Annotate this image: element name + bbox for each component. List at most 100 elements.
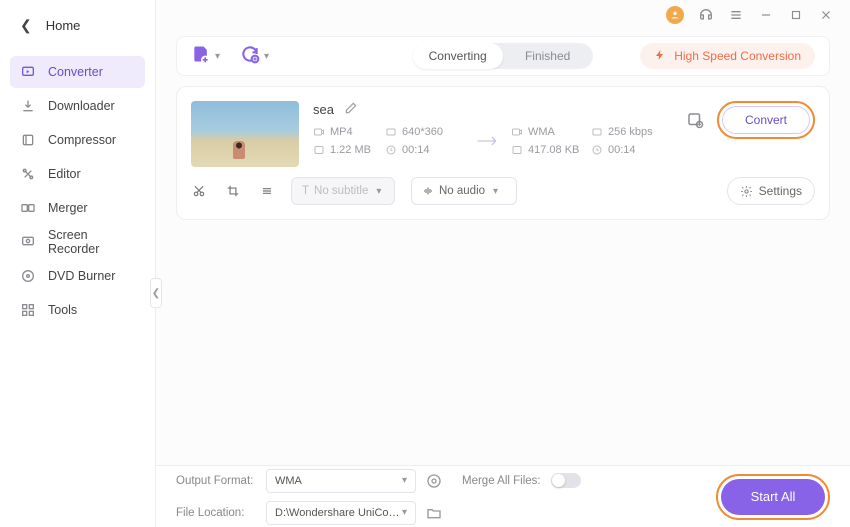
lightning-icon [654,49,666,64]
editor-icon [20,166,36,182]
resolution-icon [385,126,397,138]
tools-icon [20,302,36,318]
dvd-burner-icon [20,268,36,284]
home-label[interactable]: Home [46,18,81,33]
sidebar-item-screen-recorder[interactable]: Screen Recorder [10,226,145,258]
sidebar-item-converter[interactable]: Converter [10,56,145,88]
menu-icon[interactable] [728,7,744,23]
merge-label: Merge All Files: [462,475,541,487]
audio-value: No audio [439,185,485,197]
file-location-value: D:\Wondershare UniConverter 1 [275,507,402,519]
video-icon [511,126,523,138]
dst-size: 417.08 KB [528,144,579,156]
main-panel: ▾ ▾ Converting Finished High Speed Conve… [156,0,850,527]
src-duration: 00:14 [402,144,430,156]
sidebar-item-label: Editor [48,167,81,181]
gear-icon [740,185,753,198]
tab-converting[interactable]: Converting [413,43,503,69]
subtitle-value: No subtitle [314,185,368,197]
merge-toggle[interactable] [551,473,581,488]
start-all-button[interactable]: Start All [721,479,825,515]
src-resolution: 640*360 [402,126,443,138]
clock-icon [385,144,397,156]
sidebar-item-compressor[interactable]: Compressor [10,124,145,156]
high-speed-badge[interactable]: High Speed Conversion [640,43,815,69]
sidebar-item-label: Compressor [48,133,116,147]
chevron-down-icon: ▾ [402,475,407,486]
dst-bitrate: 256 kbps [608,126,653,138]
avatar[interactable] [666,6,684,24]
clock-icon [591,144,603,156]
sidebar-item-dvd-burner[interactable]: DVD Burner [10,260,145,292]
support-icon[interactable] [698,7,714,23]
video-icon [313,126,325,138]
trim-icon[interactable] [191,183,207,199]
downloader-icon [20,98,36,114]
sidebar-item-label: Converter [48,65,103,79]
chevron-down-icon: ▾ [215,51,220,62]
settings-button[interactable]: Settings [727,177,815,205]
sidebar-item-label: Screen Recorder [48,228,135,256]
sidebar: ❮ Home Converter Downloader Compressor E… [0,0,156,527]
size-icon [511,144,523,156]
screen-recorder-icon [20,234,36,250]
subtitle-icon: T [302,185,309,197]
minimize-icon[interactable] [758,7,774,23]
refresh-plus-icon [240,44,260,69]
audio-icon [422,185,434,197]
more-icon[interactable] [259,183,275,199]
audio-dropdown[interactable]: No audio ▾ [411,177,517,205]
src-size: 1.22 MB [330,144,371,156]
chevron-down-icon: ▾ [402,507,407,518]
high-speed-label: High Speed Conversion [674,49,801,63]
file-location-label: File Location: [176,507,256,519]
file-title: sea [313,102,334,117]
sidebar-item-label: Downloader [48,99,115,113]
sidebar-item-editor[interactable]: Editor [10,158,145,190]
back-icon[interactable]: ❮ [20,17,32,34]
chevron-down-icon: ▾ [376,186,381,197]
edit-title-icon[interactable] [344,101,358,118]
converter-icon [20,64,36,80]
output-format-label: Output Format: [176,475,256,487]
output-settings-button[interactable] [426,473,442,489]
sidebar-item-tools[interactable]: Tools [10,294,145,326]
size-icon [313,144,325,156]
sidebar-item-label: DVD Burner [48,269,115,283]
convert-highlight: Convert [717,101,815,139]
startall-highlight: Start All [716,474,830,520]
bottom-bar: Output Format: WMA ▾ Merge All Files: Fil… [156,465,850,527]
convert-button[interactable]: Convert [722,106,810,134]
bitrate-icon [591,126,603,138]
maximize-icon[interactable] [788,7,804,23]
file-location-dropdown[interactable]: D:\Wondershare UniConverter 1▾ [266,501,416,525]
settings-label: Settings [759,184,802,198]
dst-format: WMA [528,126,555,138]
arrow-right-icon [475,133,501,149]
output-settings-icon[interactable] [685,110,705,130]
sidebar-item-merger[interactable]: Merger [10,192,145,224]
collapse-sidebar-button[interactable]: ❮ [150,278,162,308]
sidebar-item-downloader[interactable]: Downloader [10,90,145,122]
file-card: sea MP4 640*360 WMA 256 kbps 1.22 MB 00:… [176,86,830,220]
close-icon[interactable] [818,7,834,23]
chevron-down-icon: ▾ [264,51,269,62]
sidebar-item-label: Tools [48,303,77,317]
tab-group: Converting Finished [413,43,593,69]
output-format-value: WMA [275,475,302,487]
file-plus-icon [191,44,211,69]
src-format: MP4 [330,126,353,138]
sidebar-item-label: Merger [48,201,88,215]
compressor-icon [20,132,36,148]
chevron-down-icon: ▾ [493,186,498,197]
merger-icon [20,200,36,216]
add-file-button[interactable]: ▾ [191,44,220,69]
tab-finished[interactable]: Finished [503,43,593,69]
output-format-dropdown[interactable]: WMA ▾ [266,469,416,493]
crop-icon[interactable] [225,183,241,199]
subtitle-dropdown[interactable]: T No subtitle ▾ [291,177,395,205]
open-folder-button[interactable] [426,505,442,521]
video-thumbnail[interactable] [191,101,299,167]
dst-duration: 00:14 [608,144,636,156]
add-url-button[interactable]: ▾ [240,44,269,69]
